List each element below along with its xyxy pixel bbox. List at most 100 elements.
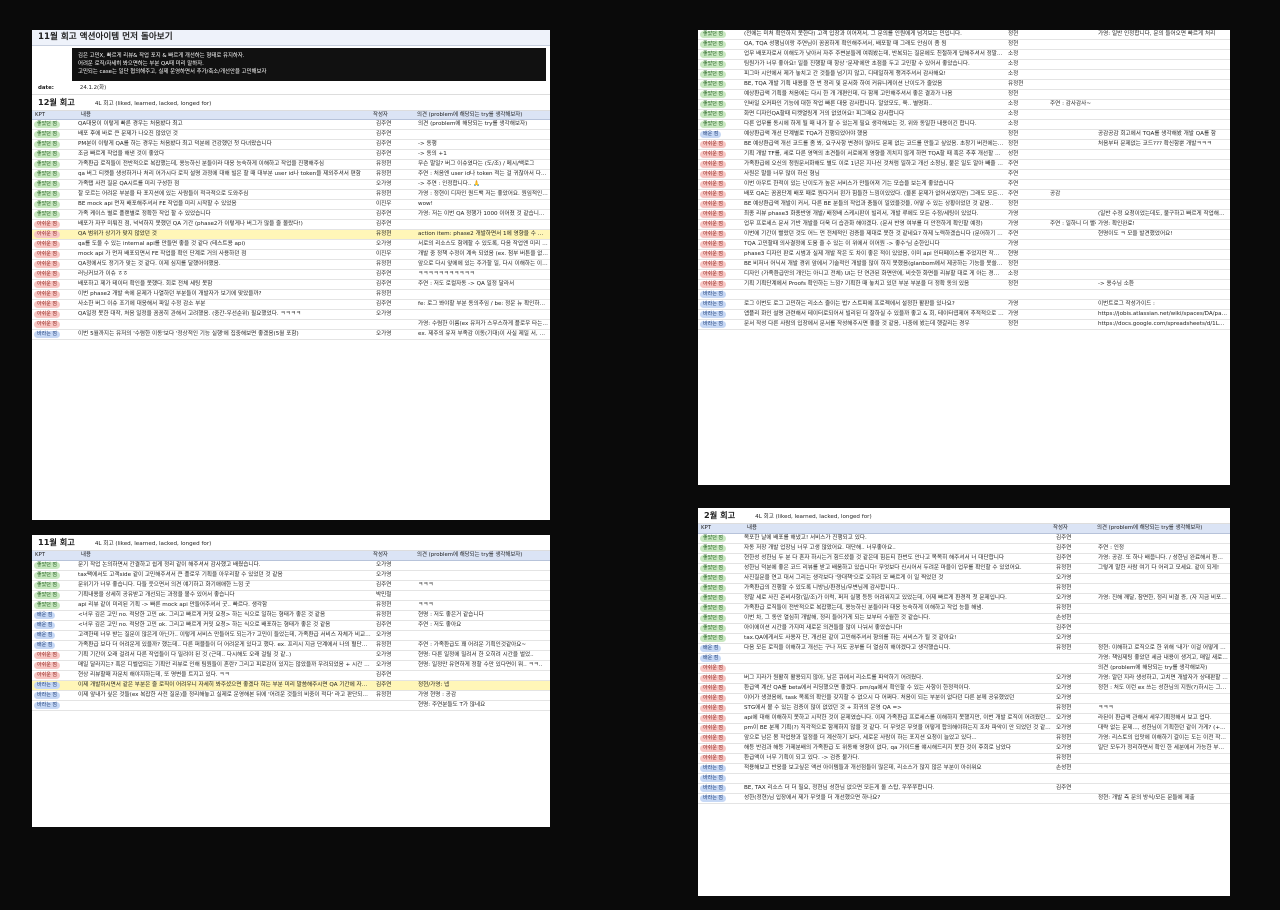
opinion-cell[interactable]: 의견 (problem에 해당되는 try를 생각해보자) bbox=[1096, 664, 1230, 673]
opinion-cell[interactable] bbox=[1096, 200, 1230, 202]
content-cell[interactable]: 다른 업무를 동시에 하게 될 때 내가 할 수 있는게 필요 생각해보는 것,… bbox=[742, 120, 1006, 129]
content-cell[interactable]: 가족환급에 오신의 청원문서화해도 별도 이로 1년은 지나신 것처럼 일하고 … bbox=[742, 160, 1006, 169]
content-cell[interactable]: 이번 아우트 한적이 있는 난이도가 높은 서비스가 만들어져 기는 모습을 보… bbox=[742, 180, 1006, 189]
content-cell[interactable]: 이어가 생겼음에, task 목록의 확인을 갖지할 수 없으시 다 어쩌다. … bbox=[742, 694, 1054, 703]
opinion-cell[interactable]: 현명이도 ㅋ 모을 발견했었어요! bbox=[1096, 230, 1230, 239]
note-cell[interactable] bbox=[1048, 120, 1096, 122]
kpt-dropdown-chip[interactable]: 좋았던 점 bbox=[34, 581, 60, 589]
kpt-dropdown-chip[interactable]: 좋았던 점 bbox=[700, 51, 726, 58]
kpt-dropdown-chip[interactable]: 아쉬운 점 bbox=[700, 161, 726, 168]
note-cell[interactable] bbox=[1048, 250, 1096, 252]
opinion-cell[interactable] bbox=[1096, 774, 1230, 776]
content-cell[interactable]: 사원은 말을 너무 많이 하신 형님 bbox=[742, 170, 1006, 179]
author-cell[interactable]: 정현 bbox=[1006, 140, 1048, 149]
opinion-cell[interactable] bbox=[416, 631, 550, 633]
opinion-cell[interactable]: wow! bbox=[416, 200, 550, 209]
content-cell[interactable]: phase3 디자인 판로 시범과 실제 개발 작은 도 차이 좋은 적이 있었… bbox=[742, 250, 1006, 259]
author-cell[interactable]: 정현 bbox=[1006, 200, 1048, 209]
note-cell[interactable] bbox=[1048, 90, 1096, 92]
author-cell[interactable]: 유정현 bbox=[1006, 80, 1048, 89]
kpt-dropdown-chip[interactable]: 좋았던 점 bbox=[700, 594, 726, 602]
author-cell[interactable]: 정현 bbox=[1006, 320, 1048, 329]
kpt-dropdown-chip[interactable]: 바라는 점 bbox=[700, 291, 726, 298]
kpt-dropdown-chip[interactable]: 좋았던 점 bbox=[700, 574, 726, 582]
note-cell[interactable] bbox=[1048, 40, 1096, 42]
content-cell[interactable]: 고객한테 너무 받는 질문이 많은게 아닌가.. 이렇게 서비스 만들어도 되는… bbox=[76, 631, 374, 640]
kpt-dropdown-chip[interactable]: 배운 점 bbox=[700, 644, 722, 652]
kpt-dropdown-chip[interactable]: 바라는 점 bbox=[700, 311, 726, 318]
opinion-cell[interactable] bbox=[1096, 784, 1230, 786]
content-cell[interactable]: QA 범위가 상기가 맞지 않았던 것 bbox=[76, 230, 374, 239]
kpt-dropdown-chip[interactable]: 아쉬운 점 bbox=[34, 301, 60, 309]
opinion-cell[interactable]: -> 동의 +1 bbox=[416, 150, 550, 159]
opinion-cell[interactable]: ㅋㅋㅋㅋㅋㅋㅋㅋㅋㅋㅋ bbox=[416, 270, 550, 279]
opinion-cell[interactable] bbox=[1096, 534, 1230, 536]
author-cell[interactable]: 유정현 bbox=[374, 290, 416, 299]
content-cell[interactable] bbox=[742, 654, 1054, 656]
kpt-dropdown-chip[interactable]: 좋았던 점 bbox=[34, 601, 60, 609]
opinion-cell[interactable]: 가영 : 정현이 디자인 퀀드백 저는 좋았어요. 원임적인 일정을 고려해서 … bbox=[416, 190, 550, 199]
content-cell[interactable]: <너무 깊은 고민 no. 적당한 고민 ok. 그리고 빠르게 커밋 요청> … bbox=[76, 611, 374, 620]
kpt-dropdown-chip[interactable]: 좋았던 점 bbox=[700, 614, 726, 622]
note-cell[interactable]: 주연 : 감사감사~ bbox=[1048, 100, 1096, 109]
kpt-dropdown-chip[interactable]: 좋았던 점 bbox=[700, 31, 726, 38]
kpt-dropdown-chip[interactable]: 바라는 점 bbox=[34, 331, 60, 339]
author-cell[interactable]: 김주연 bbox=[1054, 784, 1096, 793]
kpt-dropdown-chip[interactable]: 아쉬운 점 bbox=[700, 241, 726, 248]
author-cell[interactable]: 소정 bbox=[1006, 110, 1048, 119]
kpt-dropdown-chip[interactable]: 아쉬운 점 bbox=[700, 684, 726, 692]
opinion-cell[interactable] bbox=[1096, 40, 1230, 42]
opinion-cell[interactable] bbox=[1096, 604, 1230, 606]
content-cell[interactable]: 환급액이 너무 기획이 되고 있다. -> 검증 불가다. bbox=[742, 754, 1054, 763]
note-cell[interactable] bbox=[1048, 150, 1096, 152]
kpt-dropdown-chip[interactable]: 아쉬운 점 bbox=[700, 664, 726, 672]
content-cell[interactable]: 성한님 덕분에 좋은 코드 리뷰를 받고 배움하고 있습니다! 무엇보다 신시어… bbox=[742, 564, 1054, 573]
author-cell[interactable]: 정현 bbox=[1006, 130, 1048, 139]
opinion-cell[interactable] bbox=[1096, 754, 1230, 756]
opinion-cell[interactable]: 의견 (problem에 해당되는 try를 생각해보자) bbox=[416, 120, 550, 129]
content-cell[interactable]: 인바일 오커파인 기능에 대한 작업 빠른 대응 감사합니다. 알았모도, 쭉.… bbox=[742, 100, 1006, 109]
content-cell[interactable]: QA, TQA 성행님이랑 주연님이 꼼꼼하게 확인해주셔서, 배포할 때 그래… bbox=[742, 40, 1006, 49]
author-cell[interactable]: 유정현 bbox=[374, 691, 416, 700]
kpt-dropdown-chip[interactable]: 좋았던 점 bbox=[34, 591, 60, 599]
author-cell[interactable]: 오가영 bbox=[374, 631, 416, 640]
author-cell[interactable]: 성현 bbox=[1006, 150, 1048, 159]
author-cell[interactable]: 오가영 bbox=[1054, 744, 1096, 753]
author-cell[interactable]: 주연 bbox=[1006, 190, 1048, 199]
note-cell[interactable] bbox=[1048, 130, 1096, 132]
content-cell[interactable]: tax팩에서도 고객side 같이 고민해주셔서 큰 플로우 기획을 아우리할 … bbox=[76, 571, 374, 580]
author-cell[interactable]: 소정 bbox=[1006, 270, 1048, 279]
kpt-dropdown-chip[interactable]: 아쉬운 점 bbox=[700, 191, 726, 198]
content-cell[interactable]: BE, TAX 리소스 더 더 필요, 정현님 성한님 없으면 모든게 올 스탑… bbox=[742, 784, 1054, 793]
content-cell[interactable]: QA대응이 이렇게 빠른 경우는 처음봤다 최고 bbox=[76, 120, 374, 129]
opinion-cell[interactable] bbox=[1096, 110, 1230, 112]
content-cell[interactable]: BE 예상환급액 개선 코드를 좀 봐, 요구사항 변경이 많아도 문제 없는 … bbox=[742, 140, 1006, 149]
opinion-cell[interactable] bbox=[1096, 614, 1230, 616]
author-cell[interactable] bbox=[1054, 654, 1096, 656]
author-cell[interactable]: 김주연 bbox=[1054, 624, 1096, 633]
kpt-dropdown-chip[interactable]: 배운 점 bbox=[34, 631, 56, 639]
kpt-dropdown-chip[interactable]: 아쉬운 점 bbox=[700, 171, 726, 178]
note-cell[interactable] bbox=[1048, 140, 1096, 142]
opinion-cell[interactable] bbox=[416, 671, 550, 673]
content-cell[interactable]: qa를 도울 수 있는 internal api를 만들면 좋을 것 같다 (테… bbox=[76, 240, 374, 249]
content-cell[interactable]: qa 버그 티켓을 생성하거나 처리 어가시다 로직 설명 과정에 대해 빌은 … bbox=[76, 170, 374, 179]
opinion-cell[interactable]: ㅋㅋㅋ bbox=[416, 601, 550, 610]
author-cell[interactable]: 유정현 bbox=[1054, 644, 1096, 653]
kpt-dropdown-chip[interactable]: 좋았던 점 bbox=[700, 554, 726, 562]
opinion-cell[interactable]: ex. 제주의 유저 부족감 이동(기대)이 사실 제일 서, 다음 업데 가능 bbox=[416, 330, 550, 339]
opinion-cell[interactable]: 처음부터 문제없는 코드??? 확신함뿐 개발ㅋㅋㅋ bbox=[1096, 140, 1230, 149]
author-cell[interactable]: 소정 bbox=[1006, 120, 1048, 129]
kpt-dropdown-chip[interactable]: 아쉬운 점 bbox=[700, 724, 726, 732]
author-cell[interactable]: 가영 bbox=[1006, 310, 1048, 319]
opinion-cell[interactable]: https://docs.google.com/spreadsheets/d/1… bbox=[1096, 320, 1230, 329]
kpt-dropdown-chip[interactable]: 좋았던 점 bbox=[700, 91, 726, 98]
opinion-cell[interactable]: 일단 모두가 정리하면서 확인 한 세분에서 가능한 부분만 우선 정정하고 1… bbox=[1096, 744, 1230, 753]
opinion-cell[interactable] bbox=[1096, 170, 1230, 172]
kpt-dropdown-chip[interactable]: 아쉬운 점 bbox=[700, 704, 726, 712]
opinion-cell[interactable] bbox=[416, 561, 550, 563]
opinion-cell[interactable]: 가영: 저는 이번 QA 정행가 1000 이어졌 것 같습니다, 제가 '생각… bbox=[416, 210, 550, 219]
kpt-dropdown-chip[interactable]: 바라는 점 bbox=[700, 784, 726, 792]
author-cell[interactable]: 김주연 bbox=[374, 120, 416, 129]
opinion-cell[interactable]: -> 주연 : 인정합니다.. 🙏 bbox=[416, 180, 550, 189]
